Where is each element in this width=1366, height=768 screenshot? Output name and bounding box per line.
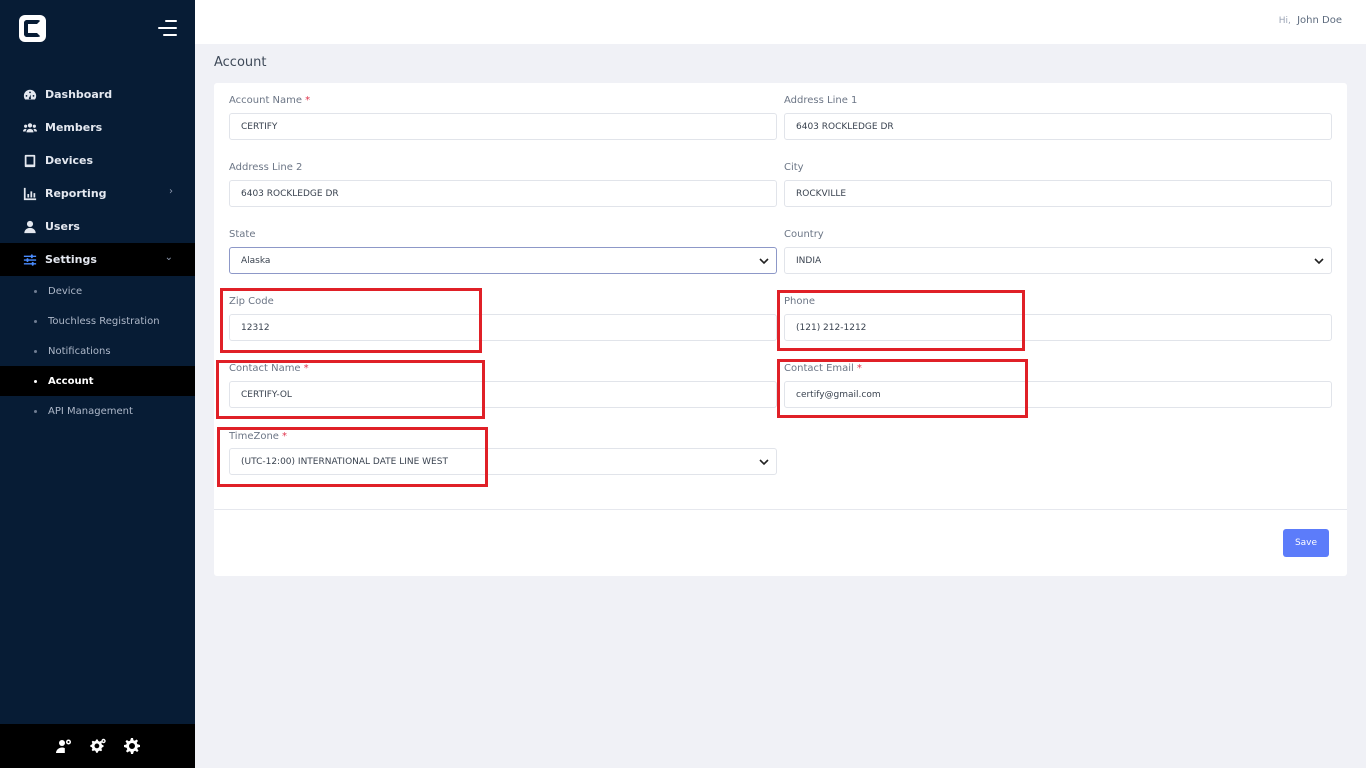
sidebar-item-label: Dashboard xyxy=(45,88,113,101)
account-form-card: Account Name * CERTIFY Address Line 1 640… xyxy=(214,83,1347,576)
hamburger-menu-icon[interactable] xyxy=(157,20,177,36)
sidebar-subitem-label: Device xyxy=(48,285,83,297)
zip-code-label: Zip Code xyxy=(229,296,274,307)
user-greeting[interactable]: Hi, John Doe xyxy=(1279,15,1342,26)
account-name-input[interactable]: CERTIFY xyxy=(229,113,777,140)
contact-name-input[interactable]: CERTIFY-OL xyxy=(229,381,777,408)
page-title: Account xyxy=(214,55,267,70)
phone-input[interactable]: (121) 212-1212 xyxy=(784,314,1332,341)
sidebar-item-dashboard[interactable]: Dashboard xyxy=(0,78,195,111)
user-settings-icon[interactable] xyxy=(55,738,72,755)
address-line-1-label: Address Line 1 xyxy=(784,95,858,106)
settings-sliders-icon xyxy=(22,253,37,267)
address-line-2-input[interactable]: 6403 ROCKLEDGE DR xyxy=(229,180,777,207)
contact-email-input[interactable]: certify@gmail.com xyxy=(784,381,1332,408)
contact-name-label: Contact Name * xyxy=(229,363,309,374)
reporting-icon xyxy=(22,187,37,201)
sidebar-item-users[interactable]: Users xyxy=(0,210,195,243)
sidebar-subitem-label: Notifications xyxy=(48,345,111,357)
chevron-down-icon xyxy=(1314,257,1324,266)
sidebar-subitem-label: Touchless Registration xyxy=(48,315,160,327)
sidebar-subitem-account[interactable]: Account xyxy=(0,366,195,396)
phone-label: Phone xyxy=(784,296,815,307)
sidebar-item-settings[interactable]: Settings ⌄ xyxy=(0,243,195,276)
country-label: Country xyxy=(784,229,824,240)
settings-submenu: Device Touchless Registration Notificati… xyxy=(0,276,195,426)
members-icon xyxy=(22,121,37,135)
sidebar-item-members[interactable]: Members xyxy=(0,111,195,144)
sidebar-item-devices[interactable]: Devices xyxy=(0,144,195,177)
sidebar-subitem-label: Account xyxy=(48,375,94,387)
country-value: INDIA xyxy=(796,255,822,266)
sidebar-subitem-touchless-registration[interactable]: Touchless Registration xyxy=(0,306,195,336)
city-label: City xyxy=(784,162,804,173)
timezone-select[interactable]: (UTC-12:00) INTERNATIONAL DATE LINE WEST xyxy=(229,448,777,475)
account-name-label: Account Name * xyxy=(229,95,311,106)
chevron-right-icon: › xyxy=(169,186,173,197)
timezone-value: (UTC-12:00) INTERNATIONAL DATE LINE WEST xyxy=(241,456,448,467)
state-label: State xyxy=(229,229,256,240)
sidebar-subitem-notifications[interactable]: Notifications xyxy=(0,336,195,366)
country-select[interactable]: INDIA xyxy=(784,247,1332,274)
sidebar-item-label: Devices xyxy=(45,154,94,167)
chevron-down-icon: ⌄ xyxy=(164,252,173,263)
sidebar-item-label: Settings xyxy=(45,253,97,266)
address-line-2-label: Address Line 2 xyxy=(229,162,303,173)
sidebar-nav: Dashboard Members Devices Reporting › Us… xyxy=(0,78,195,426)
contact-email-label: Contact Email * xyxy=(784,363,862,374)
sidebar-item-reporting[interactable]: Reporting › xyxy=(0,177,195,210)
devices-icon xyxy=(22,154,37,168)
save-button[interactable]: Save xyxy=(1283,529,1329,557)
sidebar: Dashboard Members Devices Reporting › Us… xyxy=(0,0,195,768)
sidebar-item-label: Members xyxy=(45,121,103,134)
sidebar-subitem-api-management[interactable]: API Management xyxy=(0,396,195,426)
topbar: Hi, John Doe xyxy=(195,0,1366,44)
dashboard-icon xyxy=(22,88,37,102)
state-select[interactable]: Alaska xyxy=(229,247,777,274)
zip-code-input[interactable]: 12312 xyxy=(229,314,777,341)
form-divider xyxy=(214,509,1347,510)
sidebar-subitem-label: API Management xyxy=(48,405,133,417)
city-input[interactable]: ROCKVILLE xyxy=(784,180,1332,207)
chevron-down-icon xyxy=(759,257,769,266)
address-line-1-input[interactable]: 6403 ROCKLEDGE DR xyxy=(784,113,1332,140)
certify-logo-icon[interactable] xyxy=(19,15,46,42)
cogs-icon[interactable] xyxy=(89,738,106,755)
state-value: Alaska xyxy=(241,255,271,266)
user-icon xyxy=(22,220,37,234)
gear-icon[interactable] xyxy=(123,738,140,755)
sidebar-subitem-device[interactable]: Device xyxy=(0,276,195,306)
sidebar-footer xyxy=(0,724,195,768)
greeting-prefix: Hi, xyxy=(1278,16,1291,26)
user-name: John Doe xyxy=(1297,15,1342,26)
chevron-down-icon xyxy=(759,458,769,467)
sidebar-item-label: Users xyxy=(45,220,80,233)
sidebar-item-label: Reporting xyxy=(45,187,107,200)
timezone-label: TimeZone * xyxy=(229,431,287,442)
